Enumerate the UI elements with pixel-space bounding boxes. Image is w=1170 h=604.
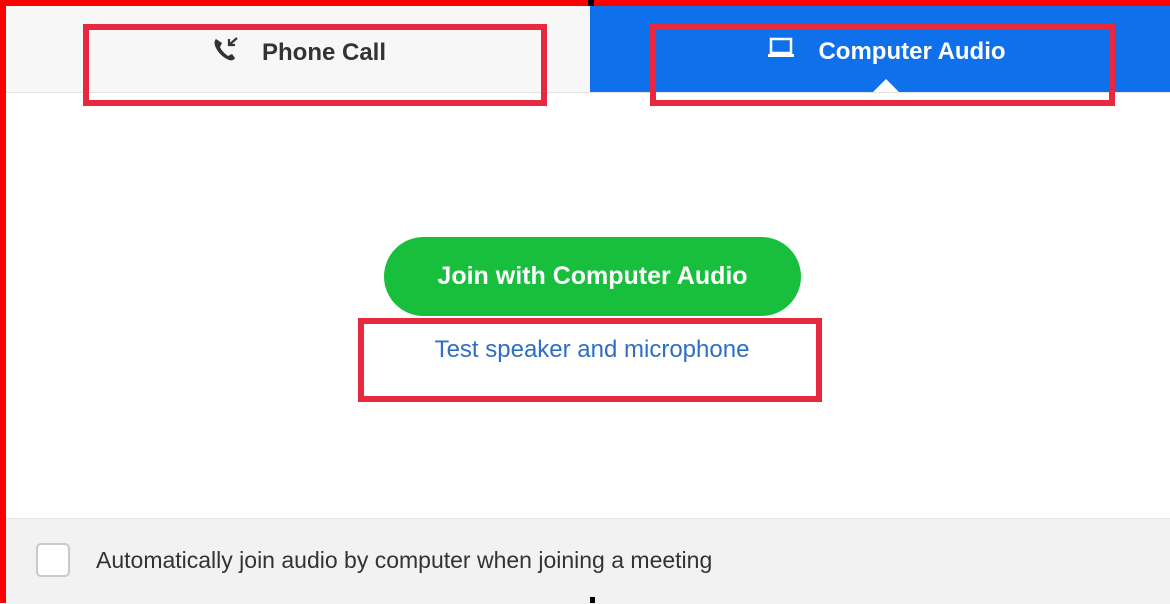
auto-join-checkbox[interactable] (36, 543, 70, 577)
test-speaker-microphone-link[interactable]: Test speaker and microphone (372, 330, 812, 370)
join-with-computer-audio-button[interactable]: Join with Computer Audio (384, 237, 801, 316)
active-tab-caret (873, 79, 899, 92)
bottom-marker (590, 597, 595, 603)
footer-bar: Automatically join audio by computer whe… (6, 518, 1170, 604)
auto-join-label: Automatically join audio by computer whe… (96, 547, 713, 573)
tab-computer-audio-label: Computer Audio (818, 37, 1006, 65)
tab-computer-audio[interactable]: Computer Audio (590, 6, 1170, 92)
laptop-icon (766, 36, 796, 67)
tab-phone-call[interactable]: Phone Call (6, 6, 590, 92)
phone-call-icon (212, 36, 240, 69)
audio-tab-bar: Phone Call Computer Audio (6, 6, 1170, 93)
tab-phone-call-label: Phone Call (261, 38, 387, 66)
